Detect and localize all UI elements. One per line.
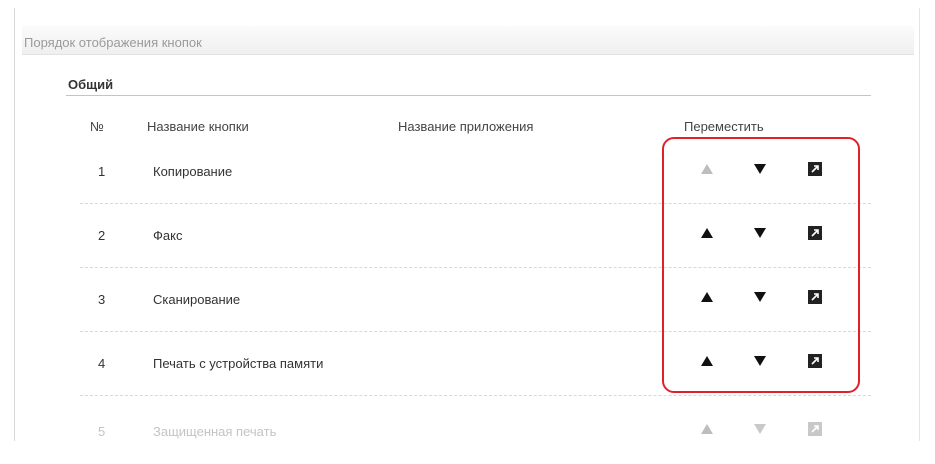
row-number: 5 [98,424,106,439]
row-button-name: Факс [153,228,183,243]
column-header-move: Переместить [684,119,764,134]
column-header-button-name: Название кнопки [147,119,249,134]
row-button-name: Защищенная печать [153,424,277,439]
row-button-name: Сканирование [153,292,241,307]
move-down-button[interactable] [749,286,771,308]
arrow-down-icon [754,228,766,238]
row-number: 3 [98,292,106,307]
move-up-button [696,158,718,180]
move-to-position-button[interactable] [804,286,826,308]
table-row: 1 Копирование [66,140,871,204]
row-button-name: Копирование [153,164,233,179]
move-down-button[interactable] [749,158,771,180]
move-up-button[interactable] [696,350,718,372]
row-number: 4 [98,356,106,371]
arrow-up-icon [701,424,713,434]
section-title: Общий [68,77,114,92]
section-divider [66,95,871,96]
table-row: 4 Печать с устройства памяти [66,332,871,396]
move-down-button[interactable] [749,222,771,244]
arrow-up-icon [701,356,713,366]
move-down-button[interactable] [749,350,771,372]
move-up-button[interactable] [696,418,718,440]
move-to-position-icon [808,162,822,176]
arrow-up-icon [701,228,713,238]
table-row: 3 Сканирование [66,268,871,332]
arrow-down-icon [754,164,766,174]
move-to-position-button[interactable] [804,222,826,244]
arrow-down-icon [754,356,766,366]
move-down-button[interactable] [749,418,771,440]
move-to-position-button[interactable] [804,418,826,440]
column-header-app-name: Название приложения [398,119,534,134]
row-number: 1 [98,164,106,179]
row-number: 2 [98,228,106,243]
move-to-position-icon [808,290,822,304]
arrow-down-icon [754,424,766,434]
column-header-number: № [90,119,104,134]
panel-title: Порядок отображения кнопок [24,35,202,50]
move-to-position-icon [808,226,822,240]
move-up-button[interactable] [696,286,718,308]
arrow-up-icon [701,292,713,302]
move-to-position-button[interactable] [804,158,826,180]
move-up-button[interactable] [696,222,718,244]
arrow-up-icon [701,164,713,174]
move-to-position-icon [808,354,822,368]
row-button-name: Печать с устройства памяти [153,356,324,371]
move-to-position-icon [808,422,822,436]
table-row: 5 Защищенная печать [66,400,871,464]
table-row: 2 Факс [66,204,871,268]
row-divider [80,395,871,396]
arrow-down-icon [754,292,766,302]
move-to-position-button[interactable] [804,350,826,372]
